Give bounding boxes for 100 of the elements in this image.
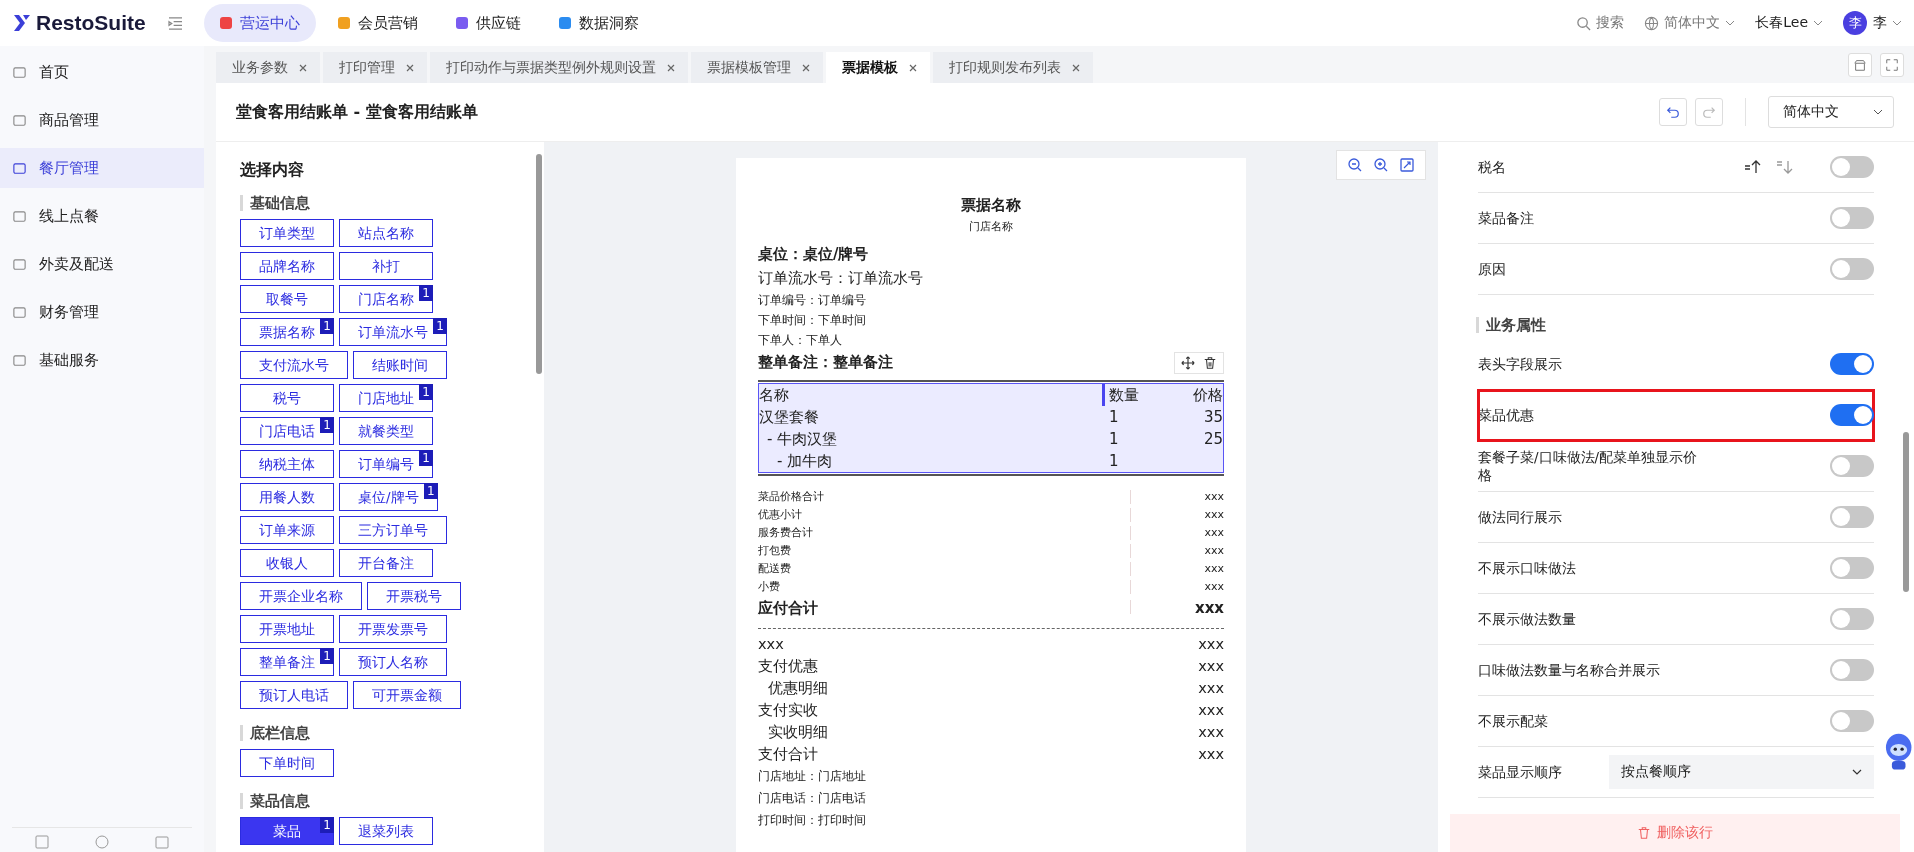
field-chip[interactable]: 退菜列表 (339, 817, 433, 845)
store-icon[interactable] (1848, 52, 1872, 77)
field-chip[interactable]: 站点名称 (339, 219, 433, 247)
field-chip[interactable]: 可开票金额 (353, 681, 461, 709)
sidebar-item[interactable]: 首页 (0, 52, 204, 92)
sidebar-item[interactable]: 外卖及配送 (0, 244, 204, 284)
search-button[interactable]: 搜索 (1576, 14, 1625, 32)
field-chip[interactable]: 订单流水号 1 (339, 318, 447, 346)
top-nav-tab[interactable]: 营运中心 (204, 4, 316, 42)
field-chip[interactable]: 预订人电话 (240, 681, 348, 709)
count-badge: 1 (419, 285, 433, 301)
toggle-switch[interactable] (1830, 659, 1874, 681)
window-icon (12, 160, 27, 176)
field-chip[interactable]: 订单类型 (240, 219, 334, 247)
sidebar-item[interactable]: 财务管理 (0, 292, 204, 332)
close-icon[interactable] (405, 62, 415, 73)
field-chip[interactable]: 菜品 1 (240, 817, 334, 845)
top-nav-tab[interactable]: 供应链 (440, 4, 537, 42)
toggle-switch[interactable] (1830, 156, 1874, 178)
field-chip[interactable]: 预订人名称 (339, 648, 447, 676)
field-chip[interactable]: 纳税主体 (240, 450, 334, 478)
top-nav-tab[interactable]: 数据洞察 (543, 4, 655, 42)
undo-icon[interactable] (1659, 98, 1687, 126)
sidebar-item[interactable]: 商品管理 (0, 100, 204, 140)
sidebar-item[interactable]: 基础服务 (0, 340, 204, 380)
toggle-switch[interactable] (1830, 404, 1874, 426)
sidebar-item[interactable]: 餐厅管理 (0, 148, 204, 188)
field-chip[interactable]: 开票地址 (240, 615, 334, 643)
close-icon[interactable] (801, 62, 811, 73)
field-chip[interactable]: 品牌名称 (240, 252, 334, 280)
toggle-switch[interactable] (1830, 506, 1874, 528)
page-tab[interactable]: 打印规则发布列表 (933, 52, 1093, 83)
field-chip[interactable]: 税号 (240, 384, 334, 412)
move-icon[interactable] (1181, 356, 1195, 370)
field-chip[interactable]: 收银人 (240, 549, 334, 577)
language-select[interactable]: 简体中文 (1768, 96, 1894, 128)
field-chip[interactable]: 三方订单号 (339, 516, 447, 544)
zoom-in-icon[interactable] (1373, 157, 1389, 173)
item-name: 汉堡套餐 (759, 407, 820, 428)
field-chip[interactable]: 开票发票号 (339, 615, 447, 643)
fit-screen-icon[interactable] (1399, 157, 1415, 173)
field-chip[interactable]: 整单备注 1 (240, 648, 334, 676)
field-chip[interactable]: 开票税号 (367, 582, 461, 610)
sidebar-item[interactable]: 线上点餐 (0, 196, 204, 236)
toggle-switch[interactable] (1830, 557, 1874, 579)
user-menu[interactable]: 李 (1873, 14, 1902, 32)
user-dropdown[interactable]: 长春Lee (1755, 14, 1823, 32)
total-label: 优惠小计 (758, 507, 802, 523)
field-chip[interactable]: 门店名称 1 (339, 285, 433, 313)
field-chip[interactable]: 补打 (339, 252, 433, 280)
field-chip[interactable]: 开票企业名称 (240, 582, 362, 610)
field-chip[interactable]: 门店地址 1 (339, 384, 433, 412)
toggle-switch[interactable] (1830, 353, 1874, 375)
field-chip[interactable]: 取餐号 (240, 285, 334, 313)
sort-ascending-icon[interactable] (1744, 159, 1762, 175)
item-name: - 加牛肉 (776, 451, 834, 472)
close-icon[interactable] (298, 62, 308, 73)
payment-value: xxx (1198, 679, 1224, 698)
order-select[interactable]: 按点餐顺序 (1608, 755, 1874, 789)
close-icon[interactable] (666, 62, 676, 73)
page-tab[interactable]: 打印动作与票据类型例外规则设置 (430, 52, 688, 83)
collapse-menu-icon[interactable] (167, 16, 183, 30)
page-tab[interactable]: 业务参数 (216, 52, 320, 83)
toggle-switch[interactable] (1830, 258, 1874, 280)
top-nav-tab[interactable]: 会员营销 (322, 4, 434, 42)
page-tab[interactable]: 打印管理 (323, 52, 427, 83)
fullscreen-icon[interactable] (1880, 52, 1904, 77)
language-dropdown[interactable]: 简体中文 (1644, 14, 1736, 32)
receipt-field: 下单时间：下单时间 (758, 310, 866, 330)
field-chip[interactable]: 就餐类型 (339, 417, 433, 445)
field-chip[interactable]: 订单编号 1 (339, 450, 433, 478)
field-chip[interactable]: 下单时间 (240, 749, 334, 777)
zoom-out-icon[interactable] (1347, 157, 1363, 173)
field-chip[interactable]: 门店电话 1 (240, 417, 334, 445)
page-tab[interactable]: 票据模板管理 (691, 52, 823, 83)
field-chip[interactable]: 票据名称 1 (240, 318, 334, 346)
field-chip[interactable]: 用餐人数 (240, 483, 334, 511)
total-label: 应付合计 (758, 598, 818, 619)
toggle-switch[interactable] (1830, 710, 1874, 732)
logo-icon (12, 13, 32, 33)
window-icon (12, 304, 27, 320)
toggle-switch[interactable] (1830, 608, 1874, 630)
close-icon[interactable] (908, 62, 918, 73)
field-chip[interactable]: 订单来源 (240, 516, 334, 544)
field-chip[interactable]: 开台备注 (339, 549, 433, 577)
caret-icon (1852, 769, 1862, 775)
items-table[interactable]: 名称 数量 价格 汉堡套餐 1 35 - 牛肉汉堡 1 25 - 加牛肉 1 (758, 380, 1224, 476)
circle-icon[interactable] (94, 834, 110, 850)
page-tab[interactable]: 票据模板 (826, 52, 930, 83)
field-chip[interactable]: 桌位/牌号 1 (339, 483, 438, 511)
sort-descending-icon[interactable] (1776, 159, 1794, 175)
toggle-switch[interactable] (1830, 207, 1874, 229)
avatar[interactable]: 李 (1843, 11, 1867, 35)
field-chip[interactable]: 结账时间 (353, 351, 447, 379)
toggle-switch[interactable] (1830, 455, 1874, 477)
close-icon[interactable] (1071, 62, 1081, 73)
field-chip[interactable]: 支付流水号 (240, 351, 348, 379)
total-value: xxx (1204, 543, 1224, 559)
payment-label: 优惠明细 (767, 679, 828, 698)
delete-icon[interactable] (1203, 356, 1217, 370)
